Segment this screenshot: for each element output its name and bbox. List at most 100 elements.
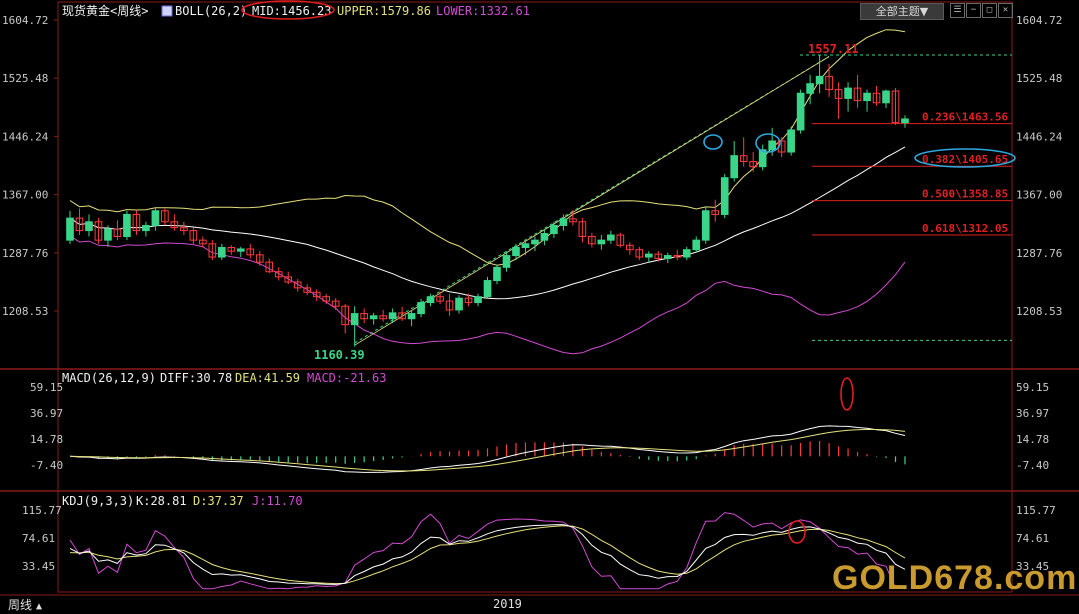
macd-name: MACD(26,12,9) xyxy=(62,371,156,385)
kdj-tick-left: 33.45 xyxy=(22,560,55,573)
macd-tick-left: 59.15 xyxy=(30,381,63,394)
fib-level-label: 0.500\1358.85 xyxy=(922,188,1008,201)
kdj-name: KDJ(9,3,3) xyxy=(62,494,134,508)
macd-tick-right: 59.15 xyxy=(1016,381,1049,394)
price-tick-left: 1208.53 xyxy=(2,305,48,318)
period-up-icon[interactable]: ▲ xyxy=(36,601,42,612)
candle-body xyxy=(417,302,425,315)
kdj-panel xyxy=(69,512,906,590)
menu-icon[interactable]: ☰ xyxy=(950,3,965,18)
kdj-tick-right: 115.77 xyxy=(1016,504,1056,517)
candle-body xyxy=(142,224,150,232)
kdj-k-value: K:28.81 xyxy=(136,494,187,508)
boll-mid-line xyxy=(69,146,906,300)
candle-body xyxy=(483,280,492,298)
candle-body xyxy=(663,255,672,260)
candle-body xyxy=(502,255,511,268)
year-label: 2019 xyxy=(493,597,522,611)
candle-body xyxy=(407,313,416,320)
macd-tick-right: -7.40 xyxy=(1016,459,1049,472)
price-tick-right: 1525.48 xyxy=(1016,72,1062,85)
fibonacci-levels: 0.236\1463.56 0.382\1405.65 0.500\1358.85 0… xyxy=(800,54,1012,341)
fib-swing-line xyxy=(354,56,830,346)
candle-body xyxy=(806,83,814,94)
price-tick-left: 1525.48 xyxy=(2,72,48,85)
candle-body xyxy=(455,297,463,311)
kdj-k-line xyxy=(69,524,906,585)
candle-body xyxy=(701,210,710,241)
candle-body xyxy=(844,87,852,99)
candle-body xyxy=(901,118,909,124)
low-price-label: 1160.39 xyxy=(314,348,365,362)
macd-y-axis: 59.15 59.15 36.97 36.97 14.78 14.78 -7.40 -7.40 xyxy=(30,381,1049,472)
candlesticks xyxy=(66,55,909,347)
macd-tick-right: 14.78 xyxy=(1016,433,1049,446)
price-tick-right: 1208.53 xyxy=(1016,305,1062,318)
kdj-j-value: J:11.70 xyxy=(252,494,303,508)
candle-body xyxy=(607,234,615,241)
maximize-icon[interactable]: □ xyxy=(982,3,997,18)
blue-ellipse-2 xyxy=(755,133,781,153)
candle-body xyxy=(730,155,739,179)
kdj-d-line xyxy=(69,525,906,585)
candle-body xyxy=(796,92,805,131)
candle-body xyxy=(550,224,558,235)
blue-ellipse-1 xyxy=(703,134,723,150)
candle-body xyxy=(236,248,245,252)
candle-body xyxy=(493,266,501,282)
price-tick-left: 1367.00 xyxy=(2,189,48,202)
candle-body xyxy=(350,313,359,326)
candle-body xyxy=(682,249,691,258)
price-tick-left: 1446.24 xyxy=(2,130,49,143)
price-tick-right: 1367.00 xyxy=(1016,189,1062,202)
candle-body xyxy=(388,312,397,320)
macd-panel xyxy=(69,377,906,473)
candle-body xyxy=(474,296,482,304)
candle-body xyxy=(768,140,776,151)
candle-body xyxy=(540,233,549,241)
minimize-icon[interactable]: − xyxy=(966,3,981,18)
bollinger-bands xyxy=(69,29,906,355)
price-tick-right: 1604.72 xyxy=(1016,14,1062,27)
candle-body xyxy=(815,75,824,85)
boll-upper-line xyxy=(69,29,906,266)
candle-body xyxy=(369,315,378,320)
candle-body xyxy=(559,218,568,226)
watermark-logo: GOLD678.com xyxy=(832,559,1077,597)
chart-icon xyxy=(161,5,173,17)
price-tick-left: 1287.76 xyxy=(2,247,48,260)
gold-weekly-chart[interactable]: 1604.72 1604.72 1525.48 1525.48 1446.24 1446.… xyxy=(0,0,1079,614)
fib-level-label: 0.382\1405.65 xyxy=(922,153,1008,166)
boll-lower-value: LOWER:1332.61 xyxy=(436,4,530,18)
theme-selector-button[interactable]: 全部主题▼ xyxy=(860,3,944,20)
macd-tick-left: 14.78 xyxy=(30,433,63,446)
candle-body xyxy=(531,239,539,245)
kdj-cross-ellipse xyxy=(788,520,806,544)
fib-level-label: 0.236\1463.56 xyxy=(922,111,1008,124)
macd-tick-left: 36.97 xyxy=(30,407,63,420)
macd-tick-left: -7.40 xyxy=(30,459,63,472)
theme-selector-label: 全部主题▼ xyxy=(875,5,929,18)
candle-body xyxy=(151,210,160,226)
macd-diff-value: DIFF:30.78 xyxy=(160,371,232,385)
price-tick-right: 1287.76 xyxy=(1016,247,1062,260)
kdj-tick-left: 74.61 xyxy=(22,532,55,545)
candle-body xyxy=(85,221,93,232)
kdj-tick-right: 74.61 xyxy=(1016,532,1049,545)
candle-body xyxy=(720,177,729,215)
period-label[interactable]: 周线 xyxy=(8,598,32,612)
price-tick-right: 1446.24 xyxy=(1016,130,1063,143)
candle-body xyxy=(66,217,74,241)
boll-upper-value: UPPER:1579.86 xyxy=(337,4,431,18)
kdj-j-line xyxy=(69,512,906,590)
fib-level-label: 0.618\1312.05 xyxy=(922,222,1008,235)
price-tick-left: 1604.72 xyxy=(2,14,48,27)
boll-name: BOLL(26,2) xyxy=(175,4,247,18)
candle-body xyxy=(787,129,795,153)
high-price-label: 1557.11 xyxy=(808,42,859,56)
macd-value: MACD:-21.63 xyxy=(307,371,386,385)
candle-body xyxy=(426,296,435,304)
close-icon[interactable]: ✕ xyxy=(998,3,1013,18)
kdj-tick-left: 115.77 xyxy=(22,504,62,517)
candle-body xyxy=(512,246,520,257)
